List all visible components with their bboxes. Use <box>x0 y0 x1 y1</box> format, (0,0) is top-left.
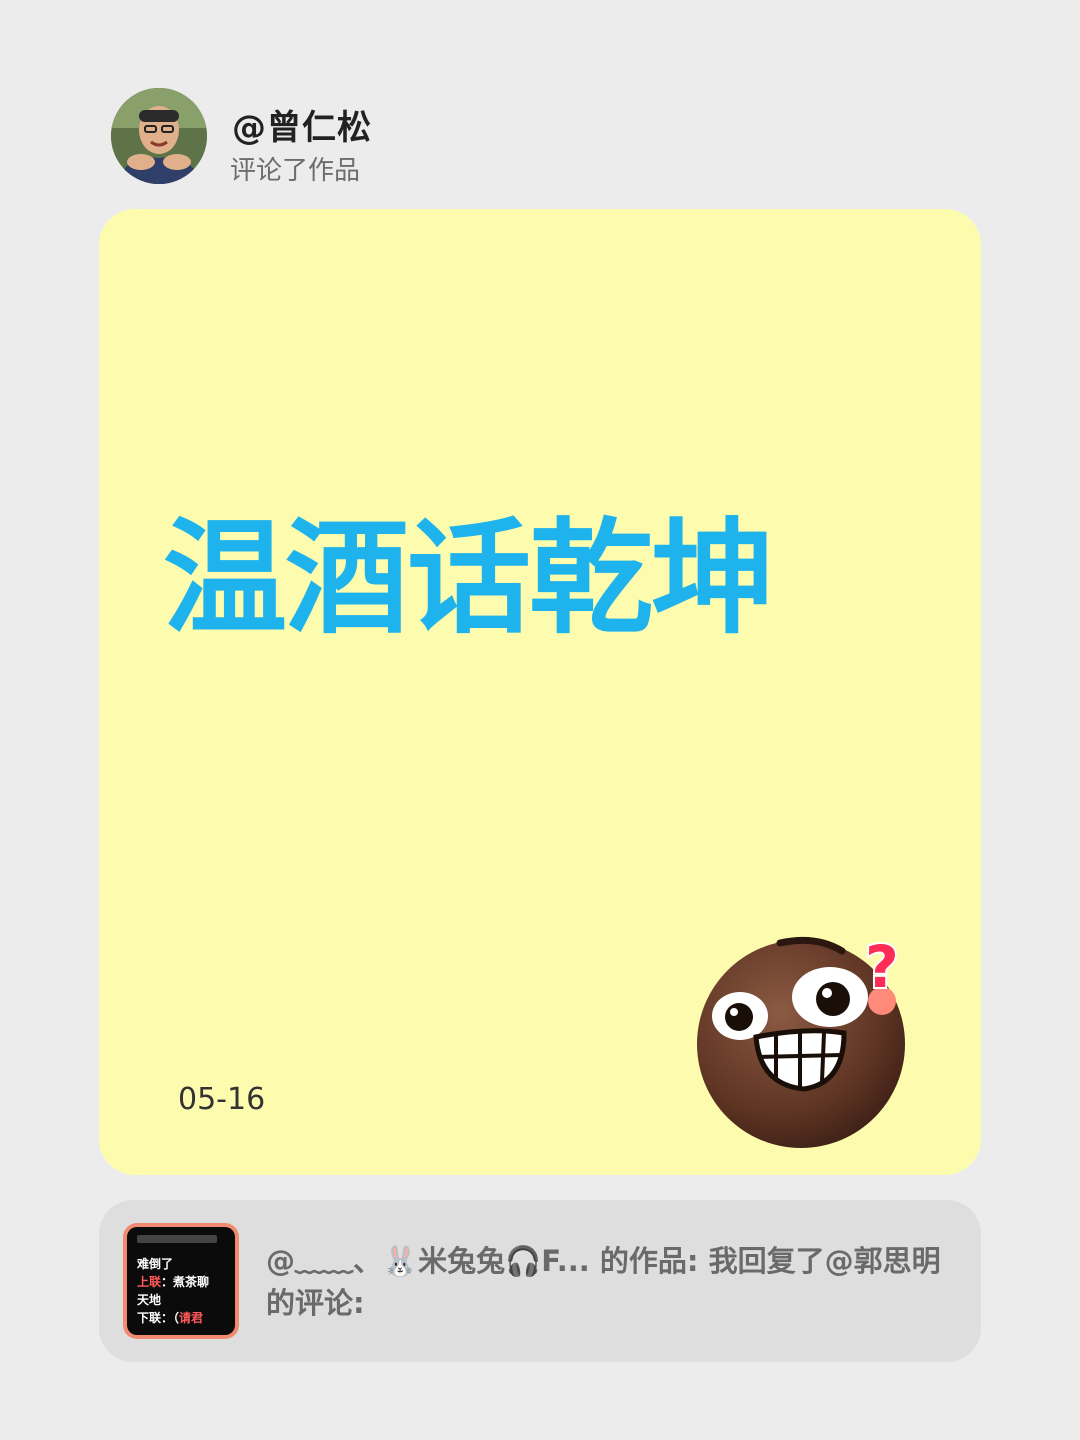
grinning-face-question-icon: ? <box>697 931 905 1148</box>
svg-text:?: ? <box>865 933 899 1001</box>
username[interactable]: @曾仁松 <box>232 100 372 149</box>
quoted-work-thumbnail[interactable]: 难倒了 上联：煮茶聊 天地 下联：（请君 <box>123 1223 239 1339</box>
quoted-comment[interactable]: 难倒了 上联：煮茶聊 天地 下联：（请君 @﹏﹏、🐰米兔兔🎧F... 的作品: … <box>99 1200 981 1362</box>
card-headline: 温酒话乾坤 <box>163 507 775 651</box>
work-card[interactable]: 温酒话乾坤 05-16 ? <box>99 209 981 1175</box>
card-date: 05-16 <box>178 1082 266 1117</box>
action-label: 评论了作品 <box>230 156 361 186</box>
quoted-comment-text: @﹏﹏、🐰米兔兔🎧F... 的作品: 我回复了@郭思明的评论: <box>266 1244 941 1320</box>
user-avatar[interactable] <box>111 88 207 184</box>
